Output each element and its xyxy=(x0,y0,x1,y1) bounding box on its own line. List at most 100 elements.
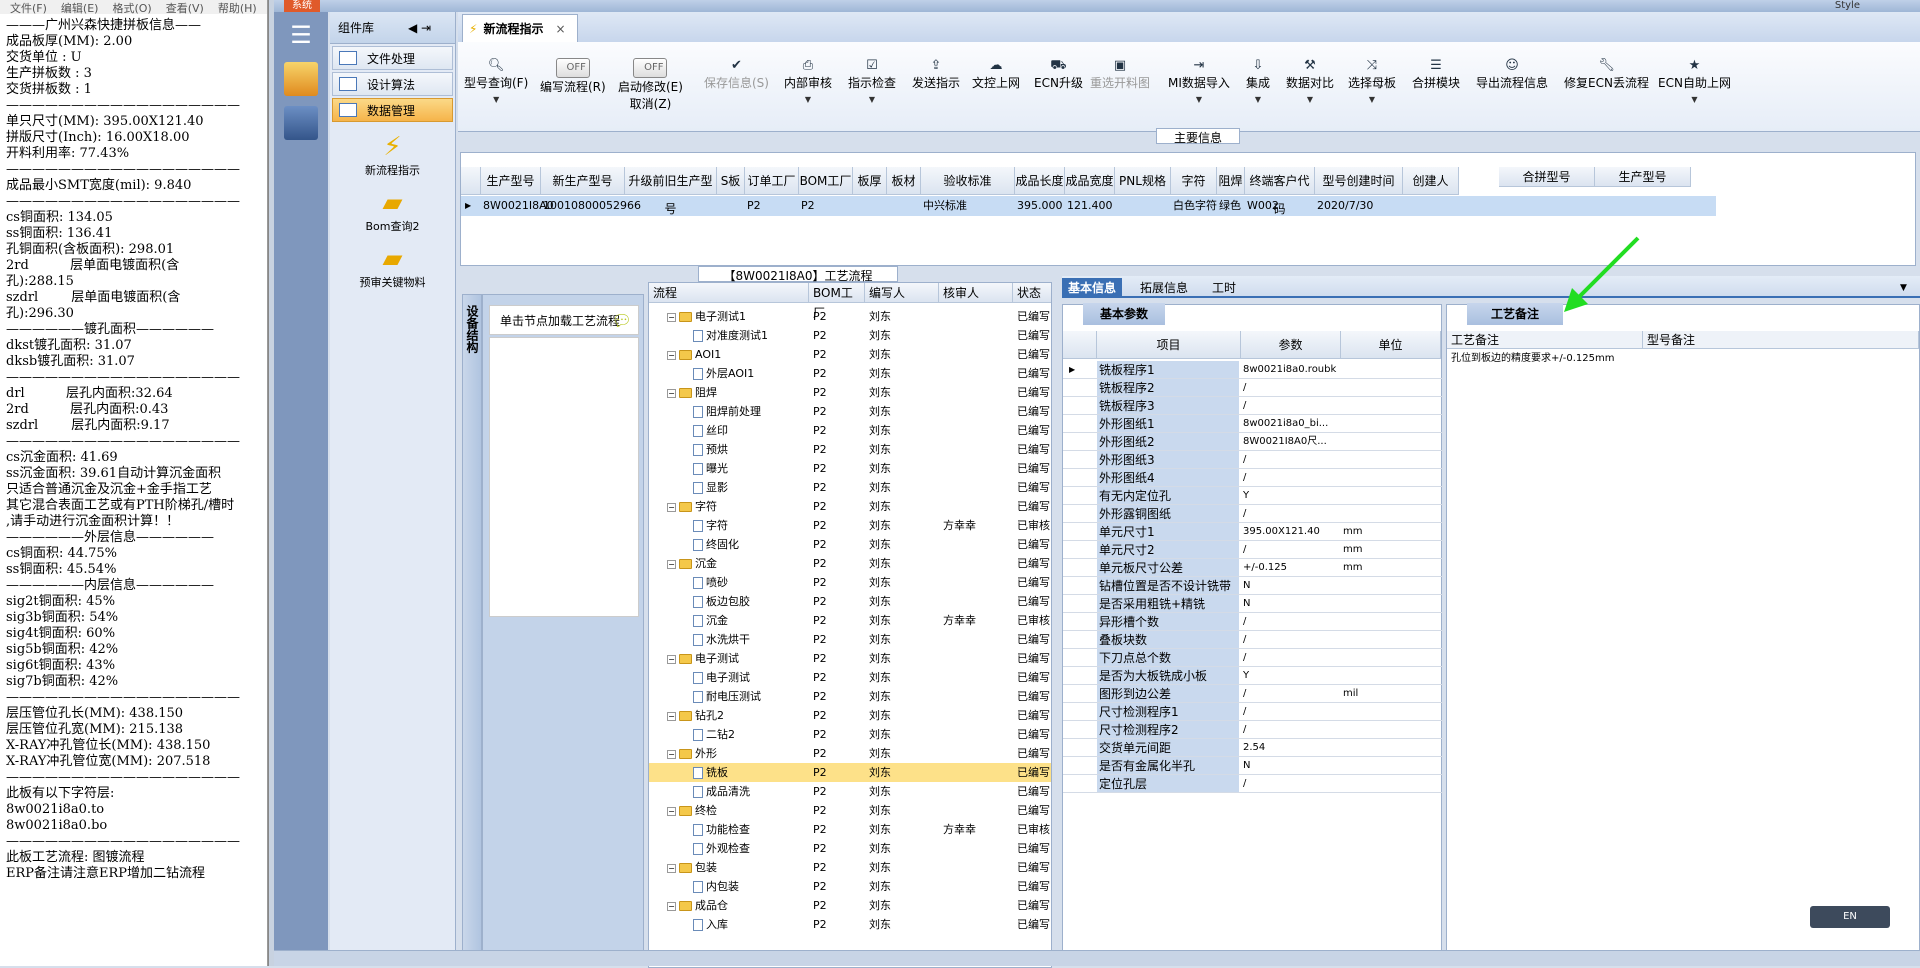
param-row[interactable]: 是否采用粗铣+精铣 N xyxy=(1063,595,1443,613)
param-value[interactable]: / xyxy=(1241,469,1339,487)
tab-work-hours[interactable]: 工时 xyxy=(1206,278,1242,298)
new-process-launcher[interactable]: ⚡ 新流程指示 xyxy=(330,132,455,178)
param-value[interactable]: Y xyxy=(1241,487,1339,505)
param-value[interactable]: 8w0021i8a0_bi... xyxy=(1241,415,1339,433)
cancel-label[interactable]: 取消(Z) xyxy=(630,97,672,111)
instruction-check-button[interactable]: ☑ 指示检查 ▼ xyxy=(848,58,896,104)
param-row[interactable]: 图形到边公差 / mil xyxy=(1063,685,1443,703)
header-value[interactable]: 参数 xyxy=(1241,331,1341,359)
column-header[interactable]: 板材 xyxy=(887,167,921,195)
integrate-button[interactable]: ⇩ 集成 ▼ xyxy=(1246,58,1270,104)
tree-step-row[interactable]: 曝光 P2 刘东 已编写 xyxy=(649,459,1051,478)
tab-basic-info[interactable]: 基本信息 xyxy=(1062,278,1123,298)
param-value[interactable]: / xyxy=(1241,613,1339,631)
param-value[interactable]: N xyxy=(1241,595,1339,613)
collapse-icon[interactable]: − xyxy=(667,806,676,816)
tree-step-row[interactable]: 对准度测试1 P2 刘东 已编写 xyxy=(649,326,1051,345)
column-header[interactable]: 订单工厂 xyxy=(745,167,799,195)
key-material-launcher[interactable]: ▰ 预审关键物料 xyxy=(330,244,455,290)
collapse-icon[interactable]: − xyxy=(667,749,676,759)
hamburger-menu-icon[interactable]: ☰ xyxy=(280,18,322,52)
fix-ecn-button[interactable]: 🔧︎ 修复ECN丢流程 xyxy=(1564,58,1649,91)
tree-step-row[interactable]: 二钻2 P2 刘东 已编写 xyxy=(649,725,1051,744)
merge-column-header[interactable]: 合拼型号 xyxy=(1499,167,1595,187)
collapse-icon[interactable]: − xyxy=(667,502,676,512)
column-header[interactable]: 字符 xyxy=(1171,167,1217,195)
nav-design-algorithm[interactable]: 设计算法 xyxy=(332,72,453,96)
tree-group-row[interactable]: − 电子测试1 P2 刘东 已编写 xyxy=(649,307,1051,326)
column-header[interactable]: 终端客户代码 xyxy=(1245,167,1315,216)
collapse-icon[interactable]: − xyxy=(667,312,676,322)
column-header[interactable]: 创建人 xyxy=(1403,167,1459,195)
column-header[interactable]: 型号创建时间 xyxy=(1315,167,1403,195)
param-value[interactable]: Y xyxy=(1241,667,1339,685)
bom-query-launcher[interactable]: ▰ Bom查询2 xyxy=(330,188,455,234)
param-value[interactable]: / xyxy=(1241,685,1339,703)
tree-step-row[interactable]: 电子测试 P2 刘东 已编写 xyxy=(649,668,1051,687)
param-row[interactable]: 异形槽个数 / xyxy=(1063,613,1443,631)
param-row[interactable]: 外形图纸4/ xyxy=(1063,469,1443,487)
tree-step-row[interactable]: 内包装 P2 刘东 已编写 xyxy=(649,877,1051,896)
param-value[interactable]: / xyxy=(1241,649,1339,667)
param-row[interactable]: 单元板尺寸公差 +/-0.125 mm xyxy=(1063,559,1443,577)
tree-step-row[interactable]: 沉金 P2 刘东 方幸幸 已审核 xyxy=(649,611,1051,630)
collapse-icon[interactable]: − xyxy=(667,711,676,721)
tree-step-row[interactable]: 显影 P2 刘东 已编写 xyxy=(649,478,1051,497)
collapse-icon[interactable]: − xyxy=(667,863,676,873)
merge-column-header[interactable]: 生产型号 xyxy=(1595,167,1691,187)
write-process-toggle[interactable]: OFF 编写流程(R) xyxy=(540,58,606,95)
yx-app-icon[interactable] xyxy=(284,62,318,96)
style-menu[interactable]: Style xyxy=(1835,0,1860,11)
param-value[interactable]: 2.54 xyxy=(1241,739,1339,757)
tree-step-row[interactable]: 板边包胶 P2 刘东 已编写 xyxy=(649,592,1051,611)
param-row[interactable]: 外形图纸1 8w0021i8a0_bi... xyxy=(1063,415,1443,433)
param-row[interactable]: 下刀点总个数 / xyxy=(1063,649,1443,667)
param-value[interactable]: N xyxy=(1241,577,1339,595)
column-header[interactable]: BOM工厂 xyxy=(799,167,853,195)
dropdown-caret-icon[interactable]: ▼ xyxy=(464,95,528,104)
param-value[interactable]: / xyxy=(1241,703,1339,721)
tree-step-row[interactable]: 喷砂 P2 刘东 已编写 xyxy=(649,573,1051,592)
tab-extended-info[interactable]: 拓展信息 xyxy=(1134,278,1194,298)
collapse-icon[interactable]: − xyxy=(667,388,676,398)
param-value[interactable]: / xyxy=(1241,505,1339,523)
param-row[interactable]: 钻槽位置是否不设计铣带 N xyxy=(1063,577,1443,595)
collapse-icon[interactable]: − xyxy=(667,901,676,911)
reselect-cut-image-button[interactable]: ▣ 重选开料图 xyxy=(1090,58,1150,91)
column-header[interactable]: PNL规格 xyxy=(1115,167,1171,195)
column-header[interactable]: 新生产型号 xyxy=(541,167,625,195)
tree-group-row[interactable]: − 字符 P2 刘东 已编写 xyxy=(649,497,1051,516)
param-value[interactable]: / xyxy=(1241,541,1339,559)
param-row[interactable]: 外形露铜图纸 / xyxy=(1063,505,1443,523)
param-value[interactable]: +/-0.125 xyxy=(1241,559,1339,577)
column-header[interactable]: 升级前旧生产型号 xyxy=(625,167,717,216)
param-value[interactable]: 395.00X121.40 xyxy=(1241,523,1339,541)
send-instruction-button[interactable]: ⇪ 发送指示 xyxy=(912,58,960,91)
tree-step-row[interactable]: 预烘 P2 刘东 已编写 xyxy=(649,440,1051,459)
column-header[interactable]: S板 xyxy=(717,167,745,195)
tree-column-header[interactable]: BOM工厂 xyxy=(809,283,865,320)
system-menu-button[interactable]: 系统 xyxy=(284,0,320,12)
param-row[interactable]: 是否有金属化半孔 N xyxy=(1063,757,1443,775)
toggle-switch[interactable]: OFF xyxy=(555,58,590,78)
param-value[interactable]: / xyxy=(1241,379,1339,397)
column-header[interactable]: 板厚 xyxy=(853,167,887,195)
tree-group-row[interactable]: − AOI1 P2 刘东 已编写 xyxy=(649,345,1051,364)
column-header[interactable]: 阻焊 xyxy=(1217,167,1245,195)
tree-step-row[interactable]: 耐电压测试 P2 刘东 已编写 xyxy=(649,687,1051,706)
param-row[interactable]: 交货单元间距 2.54 xyxy=(1063,739,1443,757)
tree-step-row[interactable]: 水洗烘干 P2 刘东 已编写 xyxy=(649,630,1051,649)
dropdown-caret-icon[interactable]: ▼ xyxy=(1286,95,1334,104)
param-row[interactable]: 叠板块数 / xyxy=(1063,631,1443,649)
tree-step-row[interactable]: 字符 P2 刘东 方幸幸 已审核 xyxy=(649,516,1051,535)
tree-step-row[interactable]: 成品清洗 P2 刘东 已编写 xyxy=(649,782,1051,801)
param-row[interactable]: 外形图纸2 8W0021I8A0尺... xyxy=(1063,433,1443,451)
merge-module-button[interactable]: ☰ 合拼模块 xyxy=(1412,58,1460,91)
dropdown-caret-icon[interactable]: ▼ xyxy=(848,95,896,104)
header-item[interactable]: 项目 xyxy=(1097,331,1241,359)
start-edit-toggle[interactable]: OFF 启动修改(E) 取消(Z) xyxy=(618,58,683,112)
param-value[interactable]: / xyxy=(1241,721,1339,739)
tree-column-header[interactable]: 编写人 xyxy=(865,283,939,303)
tree-group-row[interactable]: − 成品仓 P2 刘东 已编写 xyxy=(649,896,1051,915)
param-value[interactable]: 8w0021i8a0.roubk xyxy=(1241,361,1339,379)
